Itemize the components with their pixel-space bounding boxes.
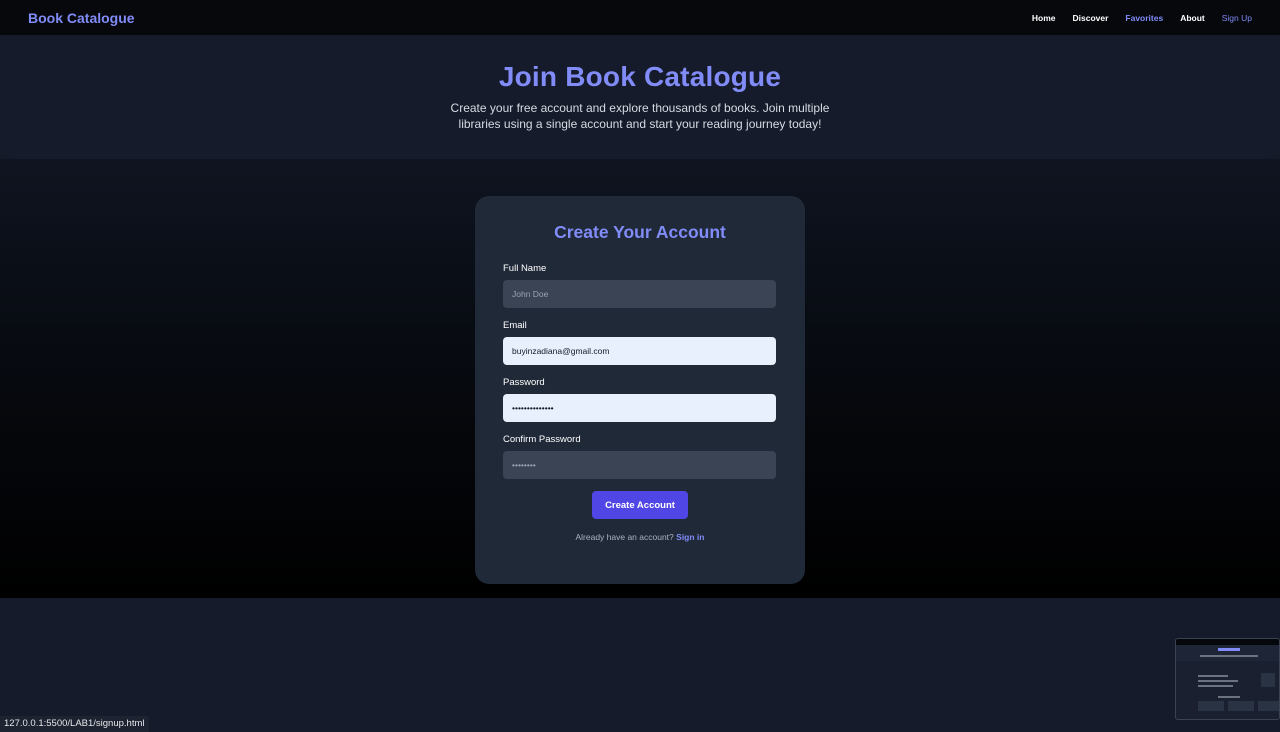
status-bar-url: 127.0.0.1:5500/LAB1/signup.html [0,716,149,732]
submit-wrap: Create Account [503,491,777,519]
password-group: Password [503,377,777,422]
hero-section: Join Book Catalogue Create your free acc… [0,35,1280,159]
hero-subtitle: Create your free account and explore tho… [450,101,830,131]
signin-prompt: Already have an account? [575,532,674,542]
nav-link-home[interactable]: Home [1032,13,1056,23]
thumbnail-line [1198,680,1238,682]
email-group: Email [503,320,777,365]
page-preview-thumbnail[interactable] [1175,638,1280,720]
thumbnail-line [1200,655,1258,657]
full-name-input[interactable] [503,280,776,308]
nav-link-favorites[interactable]: Favorites [1125,13,1163,23]
full-name-label: Full Name [503,263,547,274]
thumbnail-line [1198,685,1233,687]
password-input[interactable] [503,394,776,422]
email-input[interactable] [503,337,776,365]
signin-link[interactable]: Sign in [676,532,704,542]
confirm-password-input[interactable] [503,451,776,479]
thumbnail-box [1228,701,1254,711]
form-heading: Create Your Account [554,222,726,242]
thumbnail-box [1198,701,1224,711]
brand-logo[interactable]: Book Catalogue [28,10,135,26]
signup-card: Create Your Account Full Name Email Pass… [475,196,805,584]
thumbnail-line [1198,675,1228,677]
password-label: Password [503,377,545,388]
signin-line: Already have an account? Sign in [503,532,777,542]
thumbnail-title [1218,648,1240,651]
full-name-group: Full Name [503,263,777,308]
main-section: Create Your Account Full Name Email Pass… [0,159,1280,598]
footer-section [0,598,1280,732]
create-account-button[interactable]: Create Account [592,491,688,519]
confirm-password-group: Confirm Password [503,434,777,479]
nav-link-sign-up[interactable]: Sign Up [1222,13,1252,23]
email-label: Email [503,320,527,331]
nav-link-discover[interactable]: Discover [1072,13,1108,23]
confirm-password-label: Confirm Password [503,434,581,445]
hero-title: Join Book Catalogue [498,61,782,92]
nav-links: Home Discover Favorites About Sign Up [1015,13,1252,23]
nav-link-about[interactable]: About [1180,13,1205,23]
thumbnail-box [1258,701,1279,711]
top-navbar: Book Catalogue Home Discover Favorites A… [0,0,1280,35]
thumbnail-line [1218,696,1240,698]
thumbnail-box [1261,673,1275,687]
